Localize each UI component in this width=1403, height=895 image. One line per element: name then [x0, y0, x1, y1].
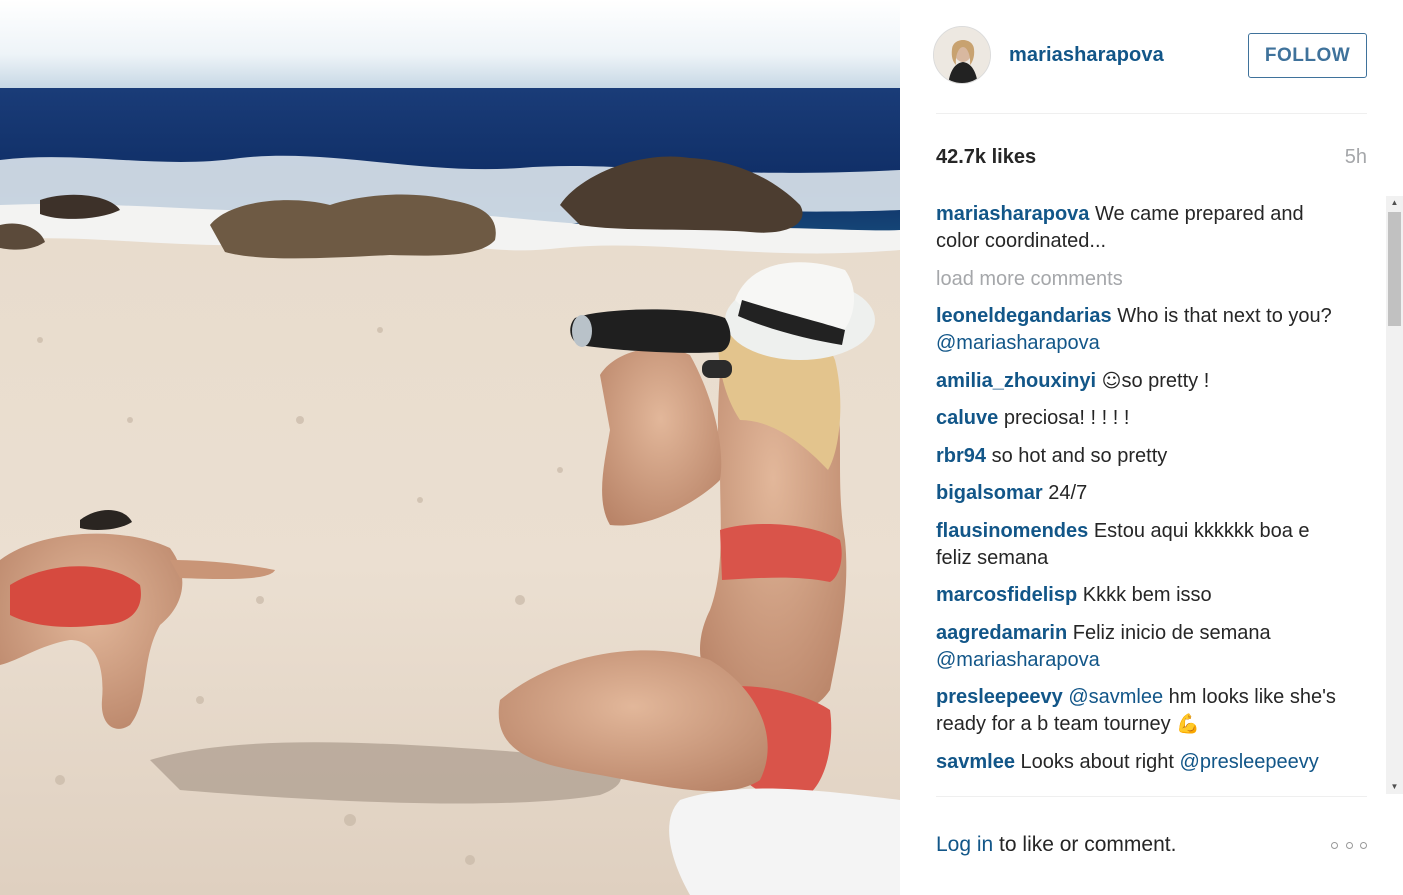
- mention-link[interactable]: @mariasharapova: [936, 332, 1100, 354]
- comment-text: Who is that next to you?: [1117, 305, 1332, 327]
- divider: [936, 113, 1367, 114]
- login-prompt: Log in to like or comment.: [936, 833, 1176, 857]
- scroll-down-arrow-icon[interactable]: ▼: [1386, 780, 1403, 794]
- mention-link[interactable]: @savmlee: [1068, 686, 1163, 708]
- comment-username[interactable]: rbr94: [936, 445, 986, 467]
- comment-username[interactable]: flausinomendes: [936, 520, 1088, 542]
- login-prompt-text: to like or comment.: [993, 833, 1177, 856]
- mention-link[interactable]: @presleepeevy: [1180, 751, 1319, 773]
- comment-item: aagredamarin Feliz inicio de semana @mar…: [936, 620, 1348, 674]
- load-more-comments-link[interactable]: load more comments: [936, 266, 1348, 293]
- scrollbar-thumb[interactable]: [1388, 212, 1401, 326]
- comment-username[interactable]: leoneldegandarias: [936, 305, 1112, 327]
- comment-text: preciosa! ! ! ! !: [1003, 407, 1130, 429]
- follow-button[interactable]: FOLLOW: [1248, 33, 1367, 78]
- comment-item: rbr94 so hot and so pretty: [936, 443, 1348, 470]
- comment-username[interactable]: aagredamarin: [936, 622, 1067, 644]
- comment-text: Looks about right: [1020, 750, 1180, 773]
- comment-list: mariasharapova We came prepared and colo…: [936, 201, 1348, 786]
- dot-icon: [1331, 841, 1338, 849]
- comment-username[interactable]: caluve: [936, 407, 998, 429]
- comment-item: savmlee Looks about right @presleepeevy: [936, 749, 1348, 776]
- comment-item: amilia_zhouxinyi ☺so pretty !: [936, 368, 1348, 395]
- comment-text: Feliz inicio de semana: [1072, 621, 1271, 644]
- comment-item: presleepeevy @savmlee hm looks like she'…: [936, 684, 1348, 738]
- caption: mariasharapova We came prepared and colo…: [936, 201, 1348, 255]
- comment-text: Kkkk bem isso: [1082, 584, 1212, 606]
- comment-item: marcosfidelisp Kkkk bem isso: [936, 582, 1348, 609]
- comment-username[interactable]: amilia_zhouxinyi: [936, 370, 1096, 392]
- comment-text: 24/7: [1048, 482, 1088, 504]
- comment-username[interactable]: presleepeevy: [936, 686, 1063, 708]
- caption-username[interactable]: mariasharapova: [936, 203, 1089, 225]
- login-link[interactable]: Log in: [936, 833, 993, 856]
- likes-count[interactable]: 42.7k likes: [936, 146, 1036, 169]
- comment-username[interactable]: savmlee: [936, 751, 1015, 773]
- comment-text: so hot and so pretty: [991, 444, 1168, 467]
- post-photo[interactable]: [0, 0, 900, 895]
- comment-item: leoneldegandarias Who is that next to yo…: [936, 303, 1348, 357]
- dot-icon: [1360, 841, 1367, 849]
- comment-username[interactable]: bigalsomar: [936, 482, 1043, 504]
- more-options-icon[interactable]: [1331, 838, 1367, 852]
- emoji-icon: 💪: [1176, 713, 1200, 735]
- comment-username[interactable]: marcosfidelisp: [936, 584, 1077, 606]
- dot-icon: [1345, 841, 1353, 849]
- beach-photo-image: [0, 0, 900, 895]
- comment-item: caluve preciosa! ! ! ! !: [936, 405, 1348, 432]
- post-timestamp[interactable]: 5h: [1345, 146, 1367, 169]
- comment-item: bigalsomar 24/7: [936, 480, 1348, 507]
- emoji-icon: ☺: [1101, 369, 1122, 392]
- profile-avatar[interactable]: [933, 26, 991, 84]
- post-sidebar: mariasharapova FOLLOW 42.7k likes 5h mar…: [900, 0, 1403, 895]
- post-header: mariasharapova FOLLOW: [900, 0, 1403, 114]
- comments-section[interactable]: mariasharapova We came prepared and colo…: [936, 196, 1381, 796]
- divider: [936, 796, 1367, 797]
- mention-link[interactable]: @mariasharapova: [936, 649, 1100, 671]
- scroll-up-arrow-icon[interactable]: ▲: [1386, 196, 1403, 210]
- post-author-username[interactable]: mariasharapova: [1009, 44, 1164, 67]
- comments-scrollbar[interactable]: ▲ ▼: [1386, 196, 1403, 794]
- comment-item: flausinomendes Estou aqui kkkkkk boa e f…: [936, 518, 1348, 572]
- comment-text: so pretty !: [1121, 369, 1210, 392]
